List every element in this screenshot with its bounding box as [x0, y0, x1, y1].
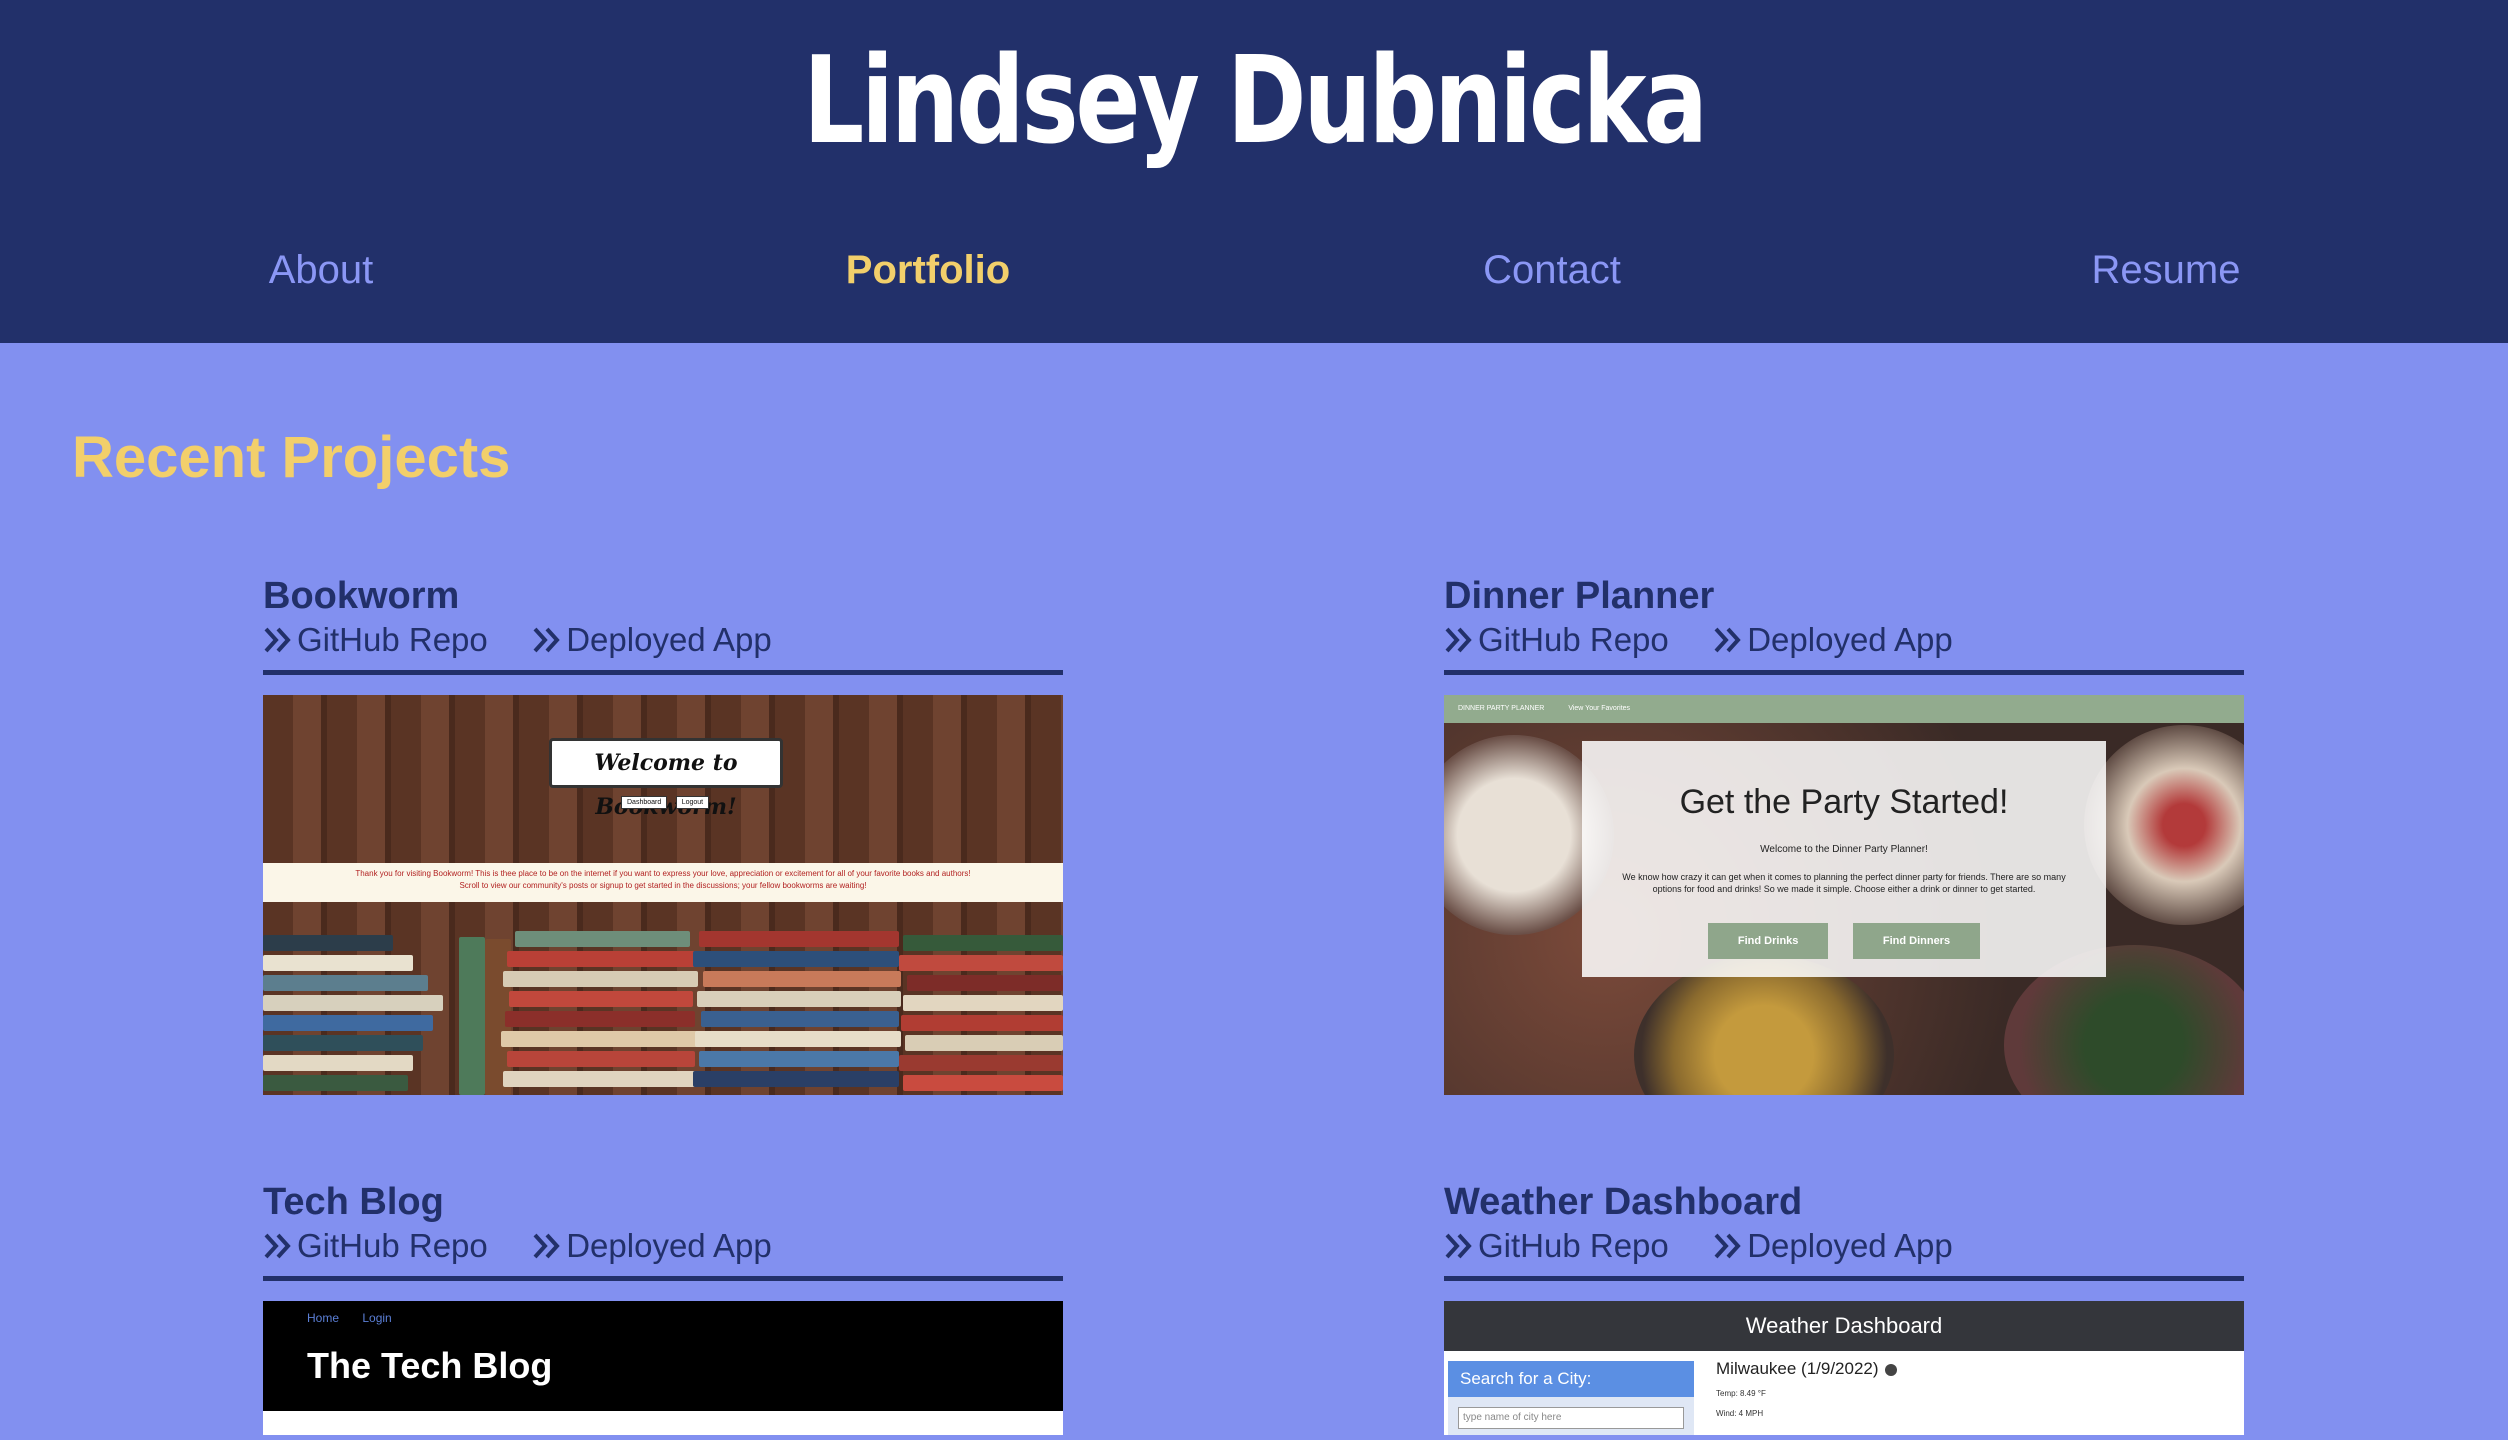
project-title: Weather Dashboard	[1444, 1181, 1803, 1223]
bookworm-banner: Welcome to Bookworm!	[549, 738, 783, 820]
project-screenshot-tech-blog[interactable]: Home Login The Tech Blog	[263, 1301, 1063, 1435]
divider	[263, 670, 1063, 675]
bookworm-dashboard-btn: Dashboard	[621, 796, 668, 809]
dinner-nav-title: DINNER PARTY PLANNER	[1458, 705, 1545, 712]
deployed-app-link[interactable]: Deployed App	[532, 1224, 772, 1268]
project-card-tech-blog: Tech Blog GitHub Repo Deployed App Home …	[263, 1180, 1063, 1435]
weather-search-label: Search for a City:	[1448, 1361, 1694, 1397]
bookworm-intro-line2: Scroll to view our community's posts or …	[459, 881, 867, 890]
dinner-buttons: Find Drinks Find Dinners	[1582, 923, 2106, 959]
techblog-nav: Home Login	[307, 1311, 412, 1325]
double-chevron-right-icon	[1714, 1233, 1741, 1259]
project-screenshot-weather-dashboard[interactable]: Weather Dashboard Search for a City: typ…	[1444, 1301, 2244, 1435]
project-title: Dinner Planner	[1444, 575, 1715, 617]
deployed-app-label: Deployed App	[566, 1227, 772, 1264]
dinner-welcome: Welcome to the Dinner Party Planner!	[1760, 844, 1928, 855]
nav-contact[interactable]: Contact	[1483, 248, 1621, 293]
dinner-nav-favorites: View Your Favorites	[1568, 705, 1631, 712]
github-repo-label: GitHub Repo	[1478, 1227, 1669, 1264]
find-dinners-button: Find Dinners	[1852, 923, 1981, 959]
main-nav: About Portfolio Contact Resume	[0, 248, 2508, 304]
github-repo-link[interactable]: GitHub Repo	[1444, 618, 1669, 662]
divider	[1444, 1276, 2244, 1281]
dinner-heading: Get the Party Started!	[1679, 783, 2009, 821]
double-chevron-right-icon	[533, 1233, 560, 1259]
project-links: GitHub Repo Deployed App	[1444, 1224, 2244, 1268]
weather-wind: Wind: 4 MPH	[1716, 1409, 1764, 1418]
dinner-hero-card: Get the Party Started! Welcome to the Di…	[1582, 741, 2106, 977]
weather-header: Weather Dashboard	[1444, 1301, 2244, 1351]
github-repo-label: GitHub Repo	[297, 621, 488, 658]
project-title: Bookworm	[263, 575, 460, 617]
weather-search-input: type name of city here	[1458, 1407, 1684, 1429]
bookworm-intro-line1: Thank you for visiting Bookworm! This is…	[355, 869, 971, 878]
weather-city-label: Milwaukee (1/9/2022)	[1716, 1359, 1879, 1378]
dinner-body: We know how crazy it can get when it com…	[1622, 872, 2066, 894]
techblog-login-link: Login	[362, 1311, 392, 1325]
project-card-dinner-planner: Dinner Planner GitHub Repo Deployed App …	[1444, 574, 2244, 1095]
double-chevron-right-icon	[1445, 627, 1472, 653]
bookshelf-image	[263, 931, 1063, 1095]
github-repo-link[interactable]: GitHub Repo	[263, 1224, 488, 1268]
double-chevron-right-icon	[1714, 627, 1741, 653]
double-chevron-right-icon	[533, 627, 560, 653]
bookworm-buttons: Dashboard Logout	[621, 791, 713, 809]
deployed-app-label: Deployed App	[566, 621, 772, 658]
site-title: Lindsey Dubnicka	[803, 32, 1708, 171]
divider	[1444, 670, 2244, 675]
github-repo-link[interactable]: GitHub Repo	[1444, 1224, 1669, 1268]
double-chevron-right-icon	[264, 1233, 291, 1259]
bookworm-logout-btn: Logout	[675, 796, 710, 809]
techblog-header: Home Login The Tech Blog	[263, 1301, 1063, 1411]
project-screenshot-bookworm[interactable]: Welcome to Bookworm! Dashboard Logout Th…	[263, 695, 1063, 1095]
techblog-home-link: Home	[307, 1311, 340, 1325]
deployed-app-label: Deployed App	[1747, 1227, 1953, 1264]
project-links: GitHub Repo Deployed App	[263, 618, 1063, 662]
project-card-bookworm: Bookworm GitHub Repo Deployed App Welcom…	[263, 574, 1063, 1095]
find-drinks-button: Find Drinks	[1707, 923, 1829, 959]
deployed-app-link[interactable]: Deployed App	[532, 618, 772, 662]
project-title: Tech Blog	[263, 1181, 444, 1223]
weather-condition-icon	[1884, 1363, 1897, 1376]
deployed-app-label: Deployed App	[1747, 621, 1953, 658]
github-repo-link[interactable]: GitHub Repo	[263, 618, 488, 662]
project-links: GitHub Repo Deployed App	[263, 1224, 1063, 1268]
github-repo-label: GitHub Repo	[1478, 621, 1669, 658]
techblog-title: The Tech Blog	[307, 1345, 553, 1386]
divider	[263, 1276, 1063, 1281]
project-card-weather-dashboard: Weather Dashboard GitHub Repo Deployed A…	[1444, 1180, 2244, 1435]
weather-temp: Temp: 8.49 °F	[1716, 1389, 1766, 1398]
dinner-nav: DINNER PARTY PLANNER View Your Favorites	[1444, 695, 2244, 723]
double-chevron-right-icon	[264, 627, 291, 653]
github-repo-label: GitHub Repo	[297, 1227, 488, 1264]
weather-city: Milwaukee (1/9/2022)	[1716, 1359, 1897, 1379]
nav-about[interactable]: About	[269, 248, 374, 293]
project-links: GitHub Repo Deployed App	[1444, 618, 2244, 662]
site-header: Lindsey Dubnicka About Portfolio Contact…	[0, 0, 2508, 343]
weather-search-panel: Search for a City: type name of city her…	[1448, 1361, 1694, 1435]
bookworm-intro: Thank you for visiting Bookworm! This is…	[263, 863, 1063, 902]
section-title: Recent Projects	[72, 425, 511, 490]
nav-portfolio[interactable]: Portfolio	[846, 248, 1010, 293]
double-chevron-right-icon	[1445, 1233, 1472, 1259]
deployed-app-link[interactable]: Deployed App	[1713, 1224, 1953, 1268]
project-screenshot-dinner-planner[interactable]: DINNER PARTY PLANNER View Your Favorites…	[1444, 695, 2244, 1095]
nav-resume[interactable]: Resume	[2092, 248, 2241, 293]
deployed-app-link[interactable]: Deployed App	[1713, 618, 1953, 662]
